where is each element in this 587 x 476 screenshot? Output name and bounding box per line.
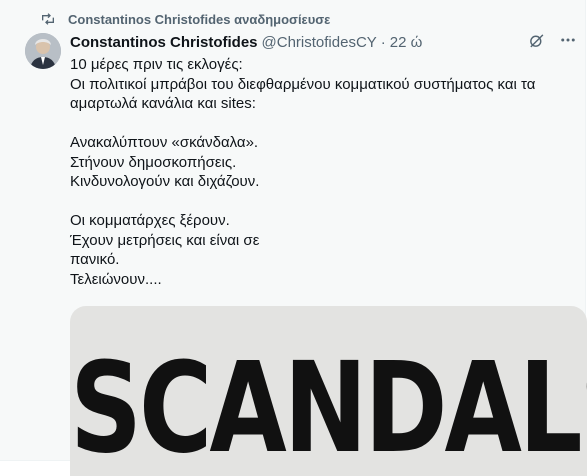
tweet-line: Ανακαλύπτουν «σκάνδαλα». xyxy=(70,134,259,151)
header-actions xyxy=(528,31,577,53)
tweet-line xyxy=(70,192,580,212)
tweet-card[interactable]: Constantinos Christofides αναδημοσίευσε … xyxy=(0,0,587,476)
media-headline: SCANDALS xyxy=(70,334,587,476)
tweet-line: 10 μέρες πριν τις εκλογές: xyxy=(70,56,243,73)
tweet-line: Οι κομματάρχες ξέρουν. xyxy=(70,212,230,229)
avatar[interactable] xyxy=(25,33,61,69)
tweet-text: 10 μέρες πριν τις εκλογές: Οι πολιτικοί … xyxy=(70,55,580,289)
tweet-line: Έχουν μετρήσεις και είναι σε xyxy=(70,231,260,249)
tweet-line xyxy=(70,114,580,134)
tweet-line: πανικό. xyxy=(70,251,120,268)
tweet-header: Constantinos Christofides @ChristofidesC… xyxy=(70,32,577,52)
repost-context: Constantinos Christofides αναδημοσίευσε xyxy=(40,9,330,29)
tweet-line: Κινδυνολογούν και διχάζουν. xyxy=(70,173,260,190)
tweet-line: αμαρτωλά κανάλια και sites: xyxy=(70,95,256,112)
repost-icon xyxy=(40,11,56,27)
grok-icon[interactable] xyxy=(528,32,545,53)
tweet-line: Τελειώνουν.... xyxy=(70,270,162,288)
tweet-line: Στήνουν δημοσκοπήσεις. xyxy=(70,153,237,171)
author-name[interactable]: Constantinos Christofides xyxy=(70,34,258,51)
repost-text[interactable]: Constantinos Christofides αναδημοσίευσε xyxy=(68,12,330,27)
more-icon[interactable] xyxy=(559,31,577,53)
tweet-line: Οι πολιτικοί μπράβοι του διεφθαρμένου κο… xyxy=(70,75,536,93)
tweet-media-image[interactable]: SCANDALS xyxy=(70,306,587,476)
author-handle[interactable]: @ChristofidesCY xyxy=(262,34,377,51)
timestamp[interactable]: 22 ώ xyxy=(390,34,423,51)
separator-dot: · xyxy=(380,33,386,51)
